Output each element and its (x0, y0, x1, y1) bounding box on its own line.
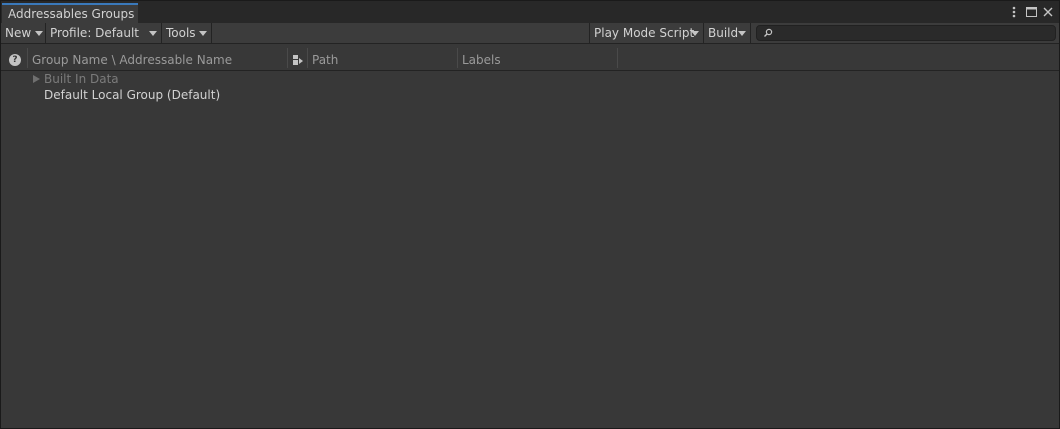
asset-type-icon[interactable] (292, 54, 304, 66)
play-mode-label: Play Mode Script (594, 26, 695, 40)
addressables-groups-window: Addressables Groups New Profile: Default… (0, 0, 1060, 429)
column-labels[interactable]: Labels (462, 48, 501, 70)
profile-label: Profile: Default (50, 26, 140, 40)
chevron-down-icon (35, 31, 43, 36)
chevron-down-icon (149, 31, 157, 36)
new-label: New (5, 26, 32, 40)
toolbar: New Profile: Default Tools Play Mode Scr… (1, 23, 1059, 44)
new-dropdown[interactable]: New (1, 23, 46, 43)
search-input[interactable] (775, 26, 1045, 40)
build-label: Build (708, 26, 739, 40)
play-mode-script-dropdown[interactable]: Play Mode Script (589, 23, 704, 43)
tree-row-built-in-data[interactable]: Built In Data (1, 71, 1059, 87)
chevron-down-icon (691, 31, 699, 36)
foldout-arrow-icon[interactable] (33, 75, 40, 83)
column-divider[interactable] (617, 48, 618, 68)
maximize-icon[interactable] (1024, 4, 1038, 20)
help-icon[interactable]: ? (9, 54, 21, 66)
column-group-name[interactable]: Group Name \ Addressable Name (32, 48, 232, 70)
build-dropdown[interactable]: Build (704, 23, 751, 43)
tab-strip: Addressables Groups (1, 1, 1059, 24)
tab-addressables-groups[interactable]: Addressables Groups (2, 3, 138, 23)
tree-row-label: Built In Data (44, 72, 119, 86)
column-path[interactable]: Path (312, 48, 338, 70)
close-icon[interactable] (1041, 4, 1055, 20)
chevron-down-icon (738, 31, 746, 36)
tools-label: Tools (166, 26, 196, 40)
tree-row-default-local-group[interactable]: Default Local Group (Default) (1, 87, 1059, 103)
column-header: ? Group Name \ Addressable Name Path Lab… (1, 44, 1059, 71)
column-divider[interactable] (27, 48, 28, 68)
column-divider[interactable] (287, 48, 288, 68)
window-controls (1007, 4, 1055, 20)
search-icon (764, 28, 773, 37)
kebab-menu-icon[interactable] (1007, 4, 1021, 20)
tools-dropdown[interactable]: Tools (162, 23, 212, 43)
chevron-down-icon (199, 31, 207, 36)
column-divider[interactable] (457, 48, 458, 68)
search-field[interactable] (756, 25, 1056, 41)
column-divider[interactable] (307, 48, 308, 68)
profile-dropdown[interactable]: Profile: Default (46, 23, 162, 43)
tree-row-label: Default Local Group (Default) (44, 88, 221, 102)
